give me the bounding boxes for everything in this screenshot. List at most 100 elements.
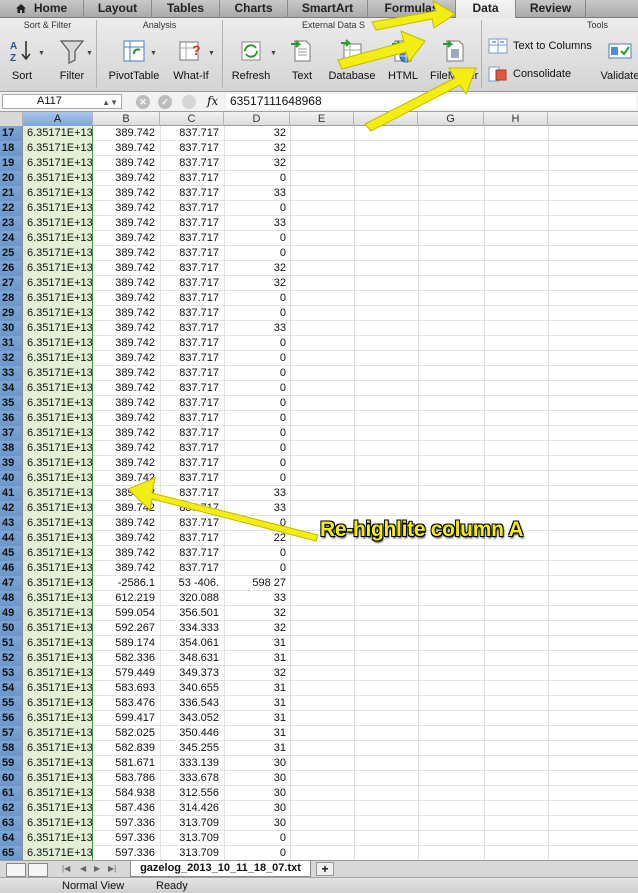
cell-b[interactable]: 592.267 — [93, 621, 160, 636]
cell-d[interactable]: 598 27 — [224, 576, 290, 591]
cell-c[interactable]: 837.717 — [160, 276, 224, 291]
cell-a[interactable]: 6.35171E+13 — [23, 756, 93, 771]
cell-d[interactable]: 30 — [224, 801, 290, 816]
table-row[interactable]: 50 6.35171E+13 592.267 334.333 32 — [0, 621, 638, 636]
tab-home[interactable]: Home — [0, 0, 84, 18]
cell-c[interactable]: 837.717 — [160, 546, 224, 561]
cell-c[interactable]: 837.717 — [160, 336, 224, 351]
cell-d[interactable]: 0 — [224, 426, 290, 441]
cell-d[interactable]: 32 — [224, 276, 290, 291]
cell-d[interactable]: 0 — [224, 291, 290, 306]
cell-d[interactable]: 31 — [224, 651, 290, 666]
cell-c[interactable]: 837.717 — [160, 366, 224, 381]
table-row[interactable]: 37 6.35171E+13 389.742 837.717 0 — [0, 426, 638, 441]
cell-b[interactable]: 389.742 — [93, 276, 160, 291]
row-header[interactable]: 31 — [0, 336, 23, 351]
cell-d[interactable]: 0 — [224, 831, 290, 846]
cell-a[interactable]: 6.35171E+13 — [23, 726, 93, 741]
cell-b[interactable]: 389.742 — [93, 426, 160, 441]
sheet-tab[interactable]: gazelog_2013_10_11_18_07.txt — [130, 861, 311, 877]
table-row[interactable]: 53 6.35171E+13 579.449 349.373 32 — [0, 666, 638, 681]
table-row[interactable]: 39 6.35171E+13 389.742 837.717 0 — [0, 456, 638, 471]
cell-b[interactable]: 389.742 — [93, 231, 160, 246]
cell-d[interactable]: 0 — [224, 546, 290, 561]
table-row[interactable]: 55 6.35171E+13 583.476 336.543 31 — [0, 696, 638, 711]
table-row[interactable]: 29 6.35171E+13 389.742 837.717 0 — [0, 306, 638, 321]
cell-c[interactable]: 837.717 — [160, 486, 224, 501]
tab-review[interactable]: Review — [516, 0, 586, 18]
cell-d[interactable]: 0 — [224, 366, 290, 381]
row-header[interactable]: 44 — [0, 531, 23, 546]
cell-c[interactable]: 354.061 — [160, 636, 224, 651]
table-row[interactable]: 63 6.35171E+13 597.336 313.709 30 — [0, 816, 638, 831]
cell-b[interactable]: 389.742 — [93, 321, 160, 336]
cell-d[interactable]: 31 — [224, 696, 290, 711]
cell-b[interactable]: 389.742 — [93, 126, 160, 141]
cell-a[interactable]: 6.35171E+13 — [23, 186, 93, 201]
row-header[interactable]: 38 — [0, 441, 23, 456]
table-row[interactable]: 48 6.35171E+13 612.219 320.088 33 — [0, 591, 638, 606]
row-header[interactable]: 35 — [0, 396, 23, 411]
table-row[interactable]: 28 6.35171E+13 389.742 837.717 0 — [0, 291, 638, 306]
cell-d[interactable]: 0 — [224, 846, 290, 860]
cell-b[interactable]: 582.839 — [93, 741, 160, 756]
column-header-g[interactable]: G — [418, 112, 484, 126]
cell-b[interactable]: 599.417 — [93, 711, 160, 726]
cell-d[interactable]: 0 — [224, 411, 290, 426]
cell-c[interactable]: 350.446 — [160, 726, 224, 741]
row-header[interactable]: 21 — [0, 186, 23, 201]
row-header[interactable]: 20 — [0, 171, 23, 186]
cell-a[interactable]: 6.35171E+13 — [23, 816, 93, 831]
cell-a[interactable]: 6.35171E+13 — [23, 711, 93, 726]
row-header[interactable]: 39 — [0, 456, 23, 471]
cell-d[interactable]: 33 — [224, 321, 290, 336]
cell-d[interactable]: 33 — [224, 186, 290, 201]
chevron-down-icon[interactable]: ▼ — [270, 50, 277, 57]
table-row[interactable]: 46 6.35171E+13 389.742 837.717 0 — [0, 561, 638, 576]
cell-c[interactable]: 837.717 — [160, 501, 224, 516]
cell-a[interactable]: 6.35171E+13 — [23, 411, 93, 426]
row-header[interactable]: 34 — [0, 381, 23, 396]
row-header[interactable]: 18 — [0, 141, 23, 156]
cell-c[interactable]: 837.717 — [160, 321, 224, 336]
from-html-button[interactable]: HTML — [383, 38, 423, 82]
cell-d[interactable]: 31 — [224, 636, 290, 651]
table-row[interactable]: 36 6.35171E+13 389.742 837.717 0 — [0, 411, 638, 426]
table-row[interactable]: 44 6.35171E+13 389.742 837.717 22 — [0, 531, 638, 546]
table-row[interactable]: 52 6.35171E+13 582.336 348.631 31 — [0, 651, 638, 666]
table-row[interactable]: 54 6.35171E+13 583.693 340.655 31 — [0, 681, 638, 696]
cell-b[interactable]: 389.742 — [93, 381, 160, 396]
cell-d[interactable]: 32 — [224, 666, 290, 681]
cell-b[interactable]: 597.336 — [93, 816, 160, 831]
row-header[interactable]: 54 — [0, 681, 23, 696]
row-header[interactable]: 42 — [0, 501, 23, 516]
cell-d[interactable]: 0 — [224, 441, 290, 456]
cell-c[interactable]: 837.717 — [160, 531, 224, 546]
row-header[interactable]: 43 — [0, 516, 23, 531]
cell-d[interactable]: 33 — [224, 486, 290, 501]
cell-b[interactable]: 389.742 — [93, 441, 160, 456]
cell-b[interactable]: 389.742 — [93, 201, 160, 216]
cell-a[interactable]: 6.35171E+13 — [23, 141, 93, 156]
table-row[interactable]: 58 6.35171E+13 582.839 345.255 31 — [0, 741, 638, 756]
cell-c[interactable]: 837.717 — [160, 186, 224, 201]
what-if-button[interactable]: ? What-If — [168, 38, 214, 82]
cell-a[interactable]: 6.35171E+13 — [23, 366, 93, 381]
cell-b[interactable]: 389.742 — [93, 171, 160, 186]
cell-c[interactable]: 837.717 — [160, 351, 224, 366]
cell-a[interactable]: 6.35171E+13 — [23, 306, 93, 321]
cell-d[interactable]: 30 — [224, 786, 290, 801]
cell-c[interactable]: 837.717 — [160, 261, 224, 276]
cell-a[interactable]: 6.35171E+13 — [23, 261, 93, 276]
cell-b[interactable]: 389.742 — [93, 456, 160, 471]
chevron-down-icon[interactable]: ▼ — [150, 50, 157, 57]
cell-b[interactable]: 612.219 — [93, 591, 160, 606]
cell-d[interactable]: 0 — [224, 351, 290, 366]
cell-d[interactable]: 22 — [224, 531, 290, 546]
row-header[interactable]: 53 — [0, 666, 23, 681]
cell-d[interactable]: 0 — [224, 471, 290, 486]
cell-c[interactable]: 336.543 — [160, 696, 224, 711]
formula-circle-icon[interactable] — [182, 95, 196, 109]
cell-a[interactable]: 6.35171E+13 — [23, 636, 93, 651]
cell-c[interactable]: 837.717 — [160, 411, 224, 426]
